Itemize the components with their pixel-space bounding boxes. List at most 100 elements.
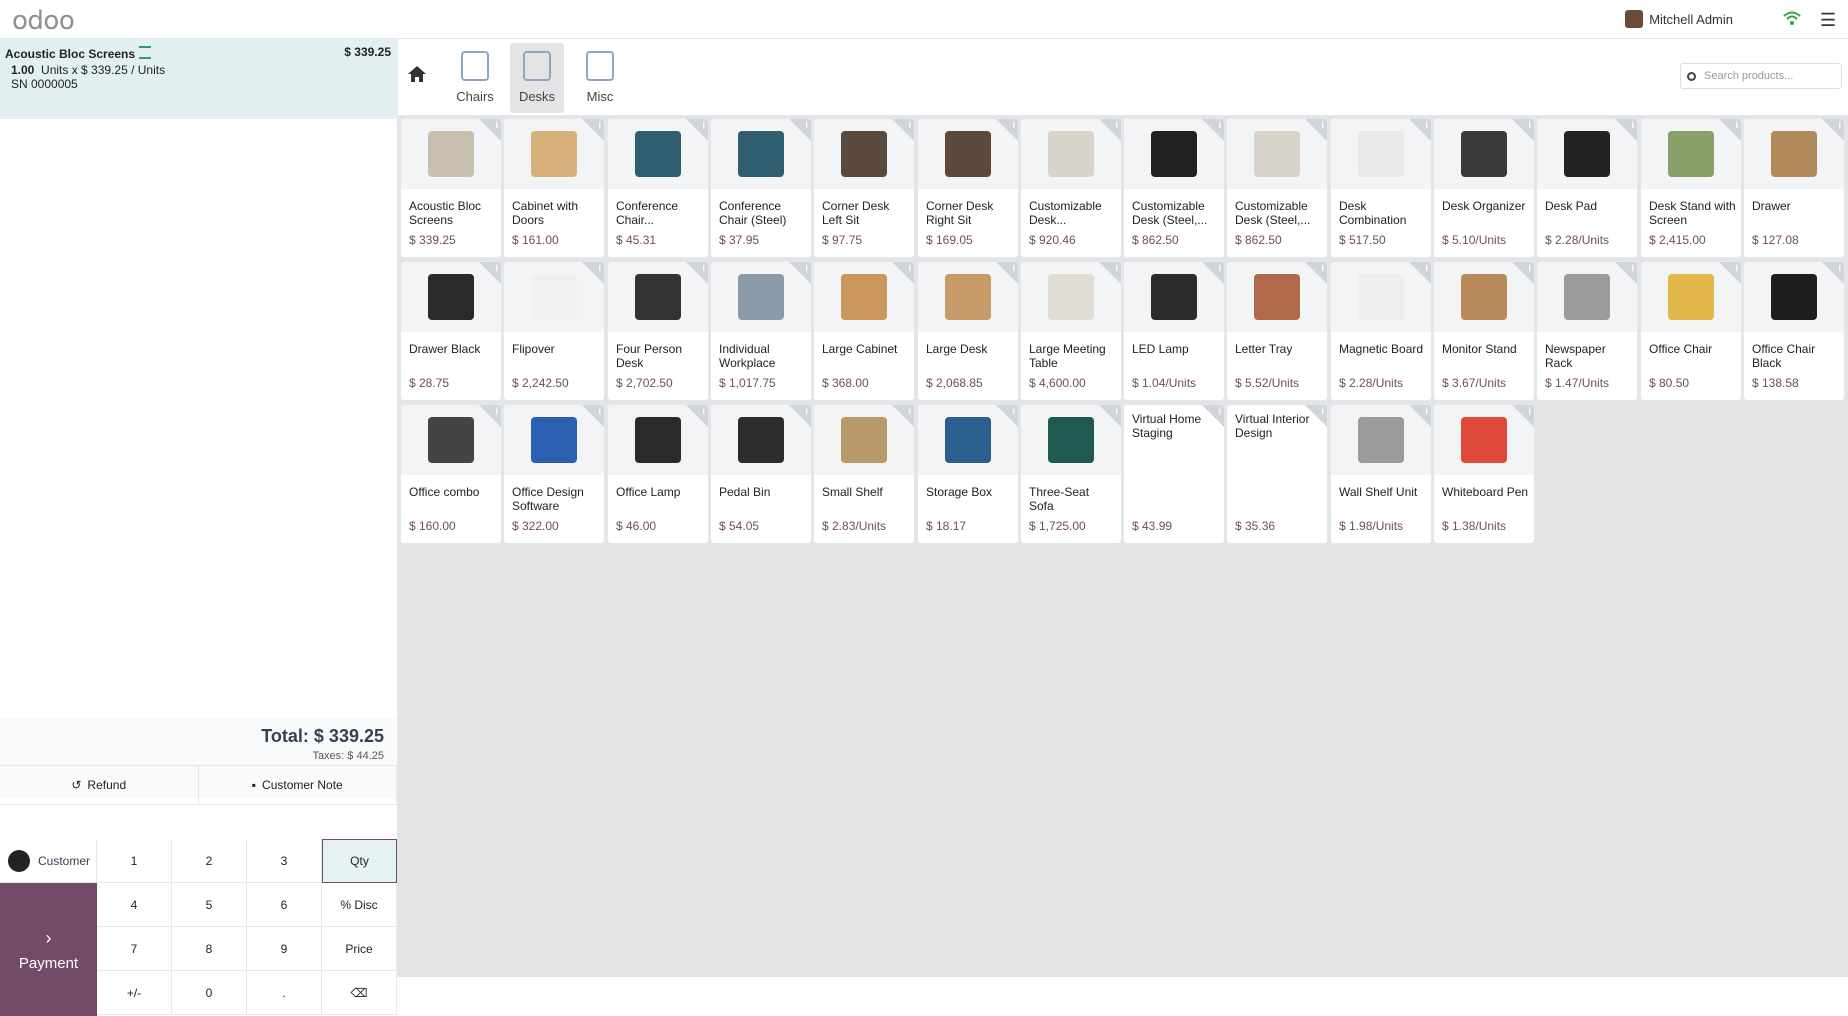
category-chairs[interactable]: Chairs	[448, 43, 502, 113]
product-card[interactable]: i Small Shelf $ 2.83/Units	[814, 405, 914, 543]
numpad-key[interactable]: 8	[172, 927, 247, 971]
product-card[interactable]: i Drawer Black $ 28.75	[401, 262, 501, 400]
hamburger-menu-icon[interactable]: ☰	[1820, 10, 1840, 30]
product-card[interactable]: i Office Chair $ 80.50	[1641, 262, 1741, 400]
numpad-key[interactable]: Qty	[322, 839, 397, 883]
numpad-key[interactable]: Price	[322, 927, 397, 971]
product-card[interactable]: i Magnetic Board $ 2.28/Units	[1331, 262, 1431, 400]
product-card[interactable]: i Virtual Interior Design $ 35.36	[1227, 405, 1327, 543]
info-icon[interactable]: i	[1115, 120, 1118, 130]
product-card[interactable]: i Customizable Desk... $ 920.46	[1021, 119, 1121, 257]
product-card[interactable]: i Large Cabinet $ 368.00	[814, 262, 914, 400]
product-card[interactable]: i Conference Chair (Steel) $ 37.95	[711, 119, 811, 257]
info-icon[interactable]: i	[1115, 263, 1118, 273]
info-icon[interactable]: i	[1631, 120, 1634, 130]
product-card[interactable]: i Drawer $ 127.08	[1744, 119, 1844, 257]
product-card[interactable]: i Desk Organizer $ 5.10/Units	[1434, 119, 1534, 257]
product-card[interactable]: i Newspaper Rack $ 1.47/Units	[1537, 262, 1637, 400]
info-icon[interactable]: i	[908, 406, 911, 416]
numpad-key[interactable]: 5	[172, 883, 247, 927]
product-card[interactable]: i Acoustic Bloc Screens $ 339.25	[401, 119, 501, 257]
product-card[interactable]: i LED Lamp $ 1.04/Units	[1124, 262, 1224, 400]
info-icon[interactable]: i	[1012, 120, 1015, 130]
refund-button[interactable]: ↺ Refund	[0, 766, 199, 804]
product-card[interactable]: i Virtual Home Staging $ 43.99	[1124, 405, 1224, 543]
info-icon[interactable]: i	[1012, 263, 1015, 273]
info-icon[interactable]: i	[805, 406, 808, 416]
info-icon[interactable]: i	[1218, 263, 1221, 273]
info-icon[interactable]: i	[805, 263, 808, 273]
home-icon[interactable]	[406, 64, 428, 84]
product-card[interactable]: i Four Person Desk $ 2,702.50	[608, 262, 708, 400]
product-card[interactable]: i Conference Chair... $ 45.31	[608, 119, 708, 257]
numpad-key[interactable]: .	[247, 971, 322, 1015]
product-card[interactable]: i Office Design Software $ 322.00	[504, 405, 604, 543]
numpad-key[interactable]: 6	[247, 883, 322, 927]
info-icon[interactable]: i	[495, 263, 498, 273]
numpad-key[interactable]: 0	[172, 971, 247, 1015]
info-icon[interactable]: i	[598, 263, 601, 273]
product-card[interactable]: i Desk Combination $ 517.50	[1331, 119, 1431, 257]
category-misc[interactable]: Misc	[573, 43, 627, 113]
info-icon[interactable]: i	[1528, 406, 1531, 416]
info-icon[interactable]: i	[1425, 406, 1428, 416]
info-icon[interactable]: i	[1528, 120, 1531, 130]
product-card[interactable]: i Corner Desk Right Sit $ 169.05	[918, 119, 1018, 257]
product-card[interactable]: i Desk Stand with Screen $ 2,415.00	[1641, 119, 1741, 257]
info-icon[interactable]: i	[1012, 406, 1015, 416]
product-card[interactable]: i Desk Pad $ 2.28/Units	[1537, 119, 1637, 257]
info-icon[interactable]: i	[1631, 263, 1634, 273]
product-card[interactable]: i Three-Seat Sofa $ 1,725.00	[1021, 405, 1121, 543]
product-card[interactable]: i Cabinet with Doors $ 161.00	[504, 119, 604, 257]
product-card[interactable]: i Customizable Desk (Steel,... $ 862.50	[1227, 119, 1327, 257]
product-card[interactable]: i Large Meeting Table $ 4,600.00	[1021, 262, 1121, 400]
category-desks[interactable]: Desks	[510, 43, 564, 113]
product-card[interactable]: i Storage Box $ 18.17	[918, 405, 1018, 543]
info-icon[interactable]: i	[702, 263, 705, 273]
info-icon[interactable]: i	[1735, 263, 1738, 273]
info-icon[interactable]: i	[1735, 120, 1738, 130]
info-icon[interactable]: i	[805, 120, 808, 130]
numpad-key[interactable]: 7	[97, 927, 172, 971]
product-card[interactable]: i Large Desk $ 2,068.85	[918, 262, 1018, 400]
info-icon[interactable]: i	[598, 406, 601, 416]
info-icon[interactable]: i	[495, 120, 498, 130]
numpad-key[interactable]: 3	[247, 839, 322, 883]
info-icon[interactable]: i	[1321, 263, 1324, 273]
product-card[interactable]: i Whiteboard Pen $ 1.38/Units	[1434, 405, 1534, 543]
product-card[interactable]: i Letter Tray $ 5.52/Units	[1227, 262, 1327, 400]
payment-button[interactable]: › Payment	[0, 883, 97, 1016]
product-card[interactable]: i Office Chair Black $ 138.58	[1744, 262, 1844, 400]
info-icon[interactable]: i	[1218, 120, 1221, 130]
product-card[interactable]: i Wall Shelf Unit $ 1.98/Units	[1331, 405, 1431, 543]
product-card[interactable]: i Corner Desk Left Sit $ 97.75	[814, 119, 914, 257]
numpad-key[interactable]: 1	[97, 839, 172, 883]
info-icon[interactable]: i	[598, 120, 601, 130]
info-icon[interactable]: i	[1425, 120, 1428, 130]
info-icon[interactable]: i	[1528, 263, 1531, 273]
info-icon[interactable]: i	[1838, 120, 1841, 130]
product-card[interactable]: i Pedal Bin $ 54.05	[711, 405, 811, 543]
search-input[interactable]	[1702, 69, 1826, 83]
info-icon[interactable]: i	[495, 406, 498, 416]
numpad-key[interactable]: +/-	[97, 971, 172, 1015]
numpad-key[interactable]: 9	[247, 927, 322, 971]
info-icon[interactable]: i	[908, 263, 911, 273]
info-icon[interactable]: i	[1321, 120, 1324, 130]
info-icon[interactable]: i	[1838, 263, 1841, 273]
numpad-key[interactable]: % Disc	[322, 883, 397, 927]
product-card[interactable]: i Office combo $ 160.00	[401, 405, 501, 543]
product-card[interactable]: i Individual Workplace $ 1,017.75	[711, 262, 811, 400]
user-menu[interactable]: Mitchell Admin	[1625, 10, 1733, 28]
product-card[interactable]: i Customizable Desk (Steel,... $ 862.50	[1124, 119, 1224, 257]
info-icon[interactable]: i	[1115, 406, 1118, 416]
info-icon[interactable]: i	[702, 406, 705, 416]
info-icon[interactable]: i	[702, 120, 705, 130]
product-card[interactable]: i Monitor Stand $ 3.67/Units	[1434, 262, 1534, 400]
product-card[interactable]: i Flipover $ 2,242.50	[504, 262, 604, 400]
numpad-key[interactable]: 4	[97, 883, 172, 927]
customer-note-button[interactable]: ▪ Customer Note	[199, 766, 397, 804]
order-line[interactable]: Acoustic Bloc Screens $ 339.25 1.00 Unit…	[0, 39, 397, 119]
customer-button[interactable]: Customer	[0, 839, 97, 883]
info-icon[interactable]: i	[908, 120, 911, 130]
